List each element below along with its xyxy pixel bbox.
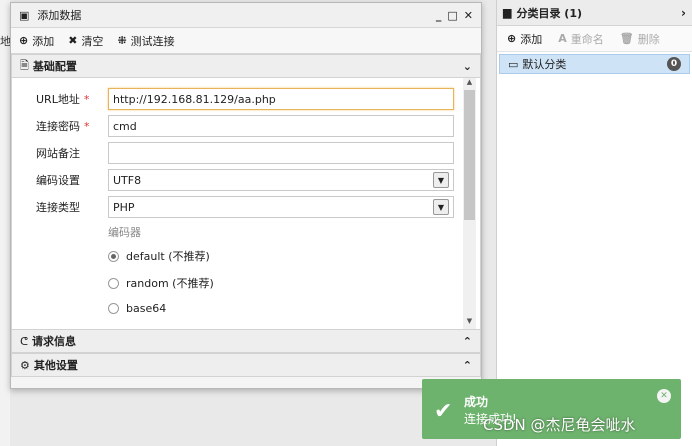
encoding-select[interactable]: UTF8 ▼ xyxy=(108,169,454,191)
file-text-icon: 🗎 xyxy=(20,58,29,72)
plus-circle-icon: ⊕ xyxy=(19,34,29,47)
add-data-window: ▣ 添加数据 _ □ ✕ ⊕ 添加 ✖ 清空 ⁜ 测试连接 🗎 基础配置 ⌄ U… xyxy=(10,2,482,389)
password-label-text: 连接密码 xyxy=(36,120,80,133)
window-titlebar[interactable]: ▣ 添加数据 _ □ ✕ xyxy=(11,3,481,28)
section-other-label: 其他设置 xyxy=(33,359,78,372)
background-app: 地 xyxy=(0,0,11,446)
folder-icon: ▆ xyxy=(503,6,512,19)
type-select[interactable]: PHP ▼ xyxy=(108,196,454,218)
type-row: 连接类型 PHP ▼ xyxy=(12,196,464,218)
add-button[interactable]: ⊕ 添加 xyxy=(19,33,54,49)
chevron-down-icon: ⌄ xyxy=(462,59,472,73)
plus-circle-icon: ⊕ xyxy=(507,32,517,45)
section-request-info[interactable]: ᕦ 请求信息 ⌃ xyxy=(11,329,481,353)
note-label: 网站备注 xyxy=(36,147,80,160)
scroll-up-icon[interactable]: ▲ xyxy=(463,78,476,90)
category-add-button[interactable]: ⊕ 添加 xyxy=(507,31,542,47)
cogs-icon: ⚙ xyxy=(20,358,30,372)
encoding-label: 编码设置 xyxy=(36,174,80,187)
url-label: URL地址 * xyxy=(12,91,108,107)
encoder-option-random[interactable]: random (不推荐) xyxy=(108,275,214,291)
radio[interactable] xyxy=(108,277,119,289)
password-input[interactable]: cmd xyxy=(108,115,454,137)
required-mark: * xyxy=(83,93,90,106)
check-icon: ✔ xyxy=(434,399,453,424)
section-basic-config[interactable]: 🗎 基础配置 ⌄ xyxy=(11,54,481,78)
encoding-value: UTF8 xyxy=(113,173,142,187)
category-count-badge: 0 xyxy=(667,57,681,71)
window-title: 添加数据 xyxy=(37,9,82,22)
window-icon: ▣ xyxy=(19,8,30,22)
chevron-up-icon: ⌃ xyxy=(462,334,472,348)
url-row: URL地址 * http://192.168.81.129/aa.php xyxy=(12,88,464,110)
spinner-icon: ⁜ xyxy=(117,34,127,47)
url-input[interactable]: http://192.168.81.129/aa.php xyxy=(108,88,454,110)
basic-config-form: URL地址 * http://192.168.81.129/aa.php 连接密码… xyxy=(11,78,481,329)
add-label: 添加 xyxy=(32,34,55,48)
encoder-option-label: random (不推荐) xyxy=(126,277,214,290)
test-connection-label: 测试连接 xyxy=(130,34,175,48)
link-icon: ᕦ xyxy=(20,334,29,348)
encoder-option-base64[interactable]: base64 xyxy=(108,302,166,315)
x-icon: ✖ xyxy=(68,34,78,47)
toast-close-icon[interactable]: ✕ xyxy=(657,389,671,403)
section-request-label: 请求信息 xyxy=(32,335,77,348)
encoder-option-label: base64 xyxy=(126,302,167,315)
scroll-down-icon[interactable]: ▼ xyxy=(463,317,476,329)
chevron-down-icon: ▼ xyxy=(433,172,449,188)
category-toolbar: ⊕ 添加 A 重命名 🗑 删除 xyxy=(497,26,692,52)
category-title: 分类目录 (1) xyxy=(516,6,583,20)
password-row: 连接密码 * cmd xyxy=(12,115,464,137)
password-label: 连接密码 * xyxy=(12,118,108,134)
category-item-default[interactable]: ▭ 默认分类 0 xyxy=(499,54,690,74)
watermark: CSDN @杰尼龟会呲水 xyxy=(483,416,636,434)
maximize-button[interactable]: □ xyxy=(447,9,457,22)
font-icon: A xyxy=(558,32,567,45)
category-header[interactable]: ▆ 分类目录 (1) › xyxy=(497,0,692,26)
radio-selected[interactable] xyxy=(108,250,119,262)
category-rename-button[interactable]: A 重命名 xyxy=(558,31,604,47)
required-mark: * xyxy=(84,120,90,133)
clear-button[interactable]: ✖ 清空 xyxy=(68,33,103,49)
type-label: 连接类型 xyxy=(36,201,80,214)
encoding-row: 编码设置 UTF8 ▼ xyxy=(12,169,464,191)
minimize-button[interactable]: _ xyxy=(436,9,442,22)
category-delete-button[interactable]: 🗑 删除 xyxy=(620,31,660,47)
type-value: PHP xyxy=(113,200,135,214)
section-basic-label: 基础配置 xyxy=(32,60,77,73)
url-label-text: URL地址 xyxy=(36,93,80,106)
test-connection-button[interactable]: ⁜ 测试连接 xyxy=(117,33,174,49)
chevron-right-icon[interactable]: › xyxy=(681,6,686,20)
category-add-label: 添加 xyxy=(520,32,543,46)
folder-outline-icon: ▭ xyxy=(508,57,519,71)
note-input[interactable] xyxy=(108,142,454,164)
clear-label: 清空 xyxy=(81,34,104,48)
scroll-thumb[interactable] xyxy=(464,90,475,220)
close-button[interactable]: ✕ xyxy=(464,9,473,22)
form-scrollbar[interactable]: ▲ ▼ xyxy=(463,78,476,329)
note-row: 网站备注 xyxy=(12,142,464,164)
encoder-option-default[interactable]: default (不推荐) xyxy=(108,248,210,264)
category-delete-label: 删除 xyxy=(637,32,660,46)
section-other-settings[interactable]: ⚙ 其他设置 ⌃ xyxy=(11,353,481,377)
category-rename-label: 重命名 xyxy=(570,32,604,46)
chevron-up-icon: ⌃ xyxy=(462,358,472,372)
chevron-down-icon: ▼ xyxy=(433,199,449,215)
encoder-option-label: default (不推荐) xyxy=(126,250,210,263)
toast-title: 成功 xyxy=(464,395,489,409)
radio[interactable] xyxy=(108,303,119,314)
category-item-label: 默认分类 xyxy=(522,58,567,71)
window-toolbar: ⊕ 添加 ✖ 清空 ⁜ 测试连接 xyxy=(11,28,481,54)
trash-icon: 🗑 xyxy=(619,32,634,45)
encoder-title: 编码器 xyxy=(108,226,141,239)
